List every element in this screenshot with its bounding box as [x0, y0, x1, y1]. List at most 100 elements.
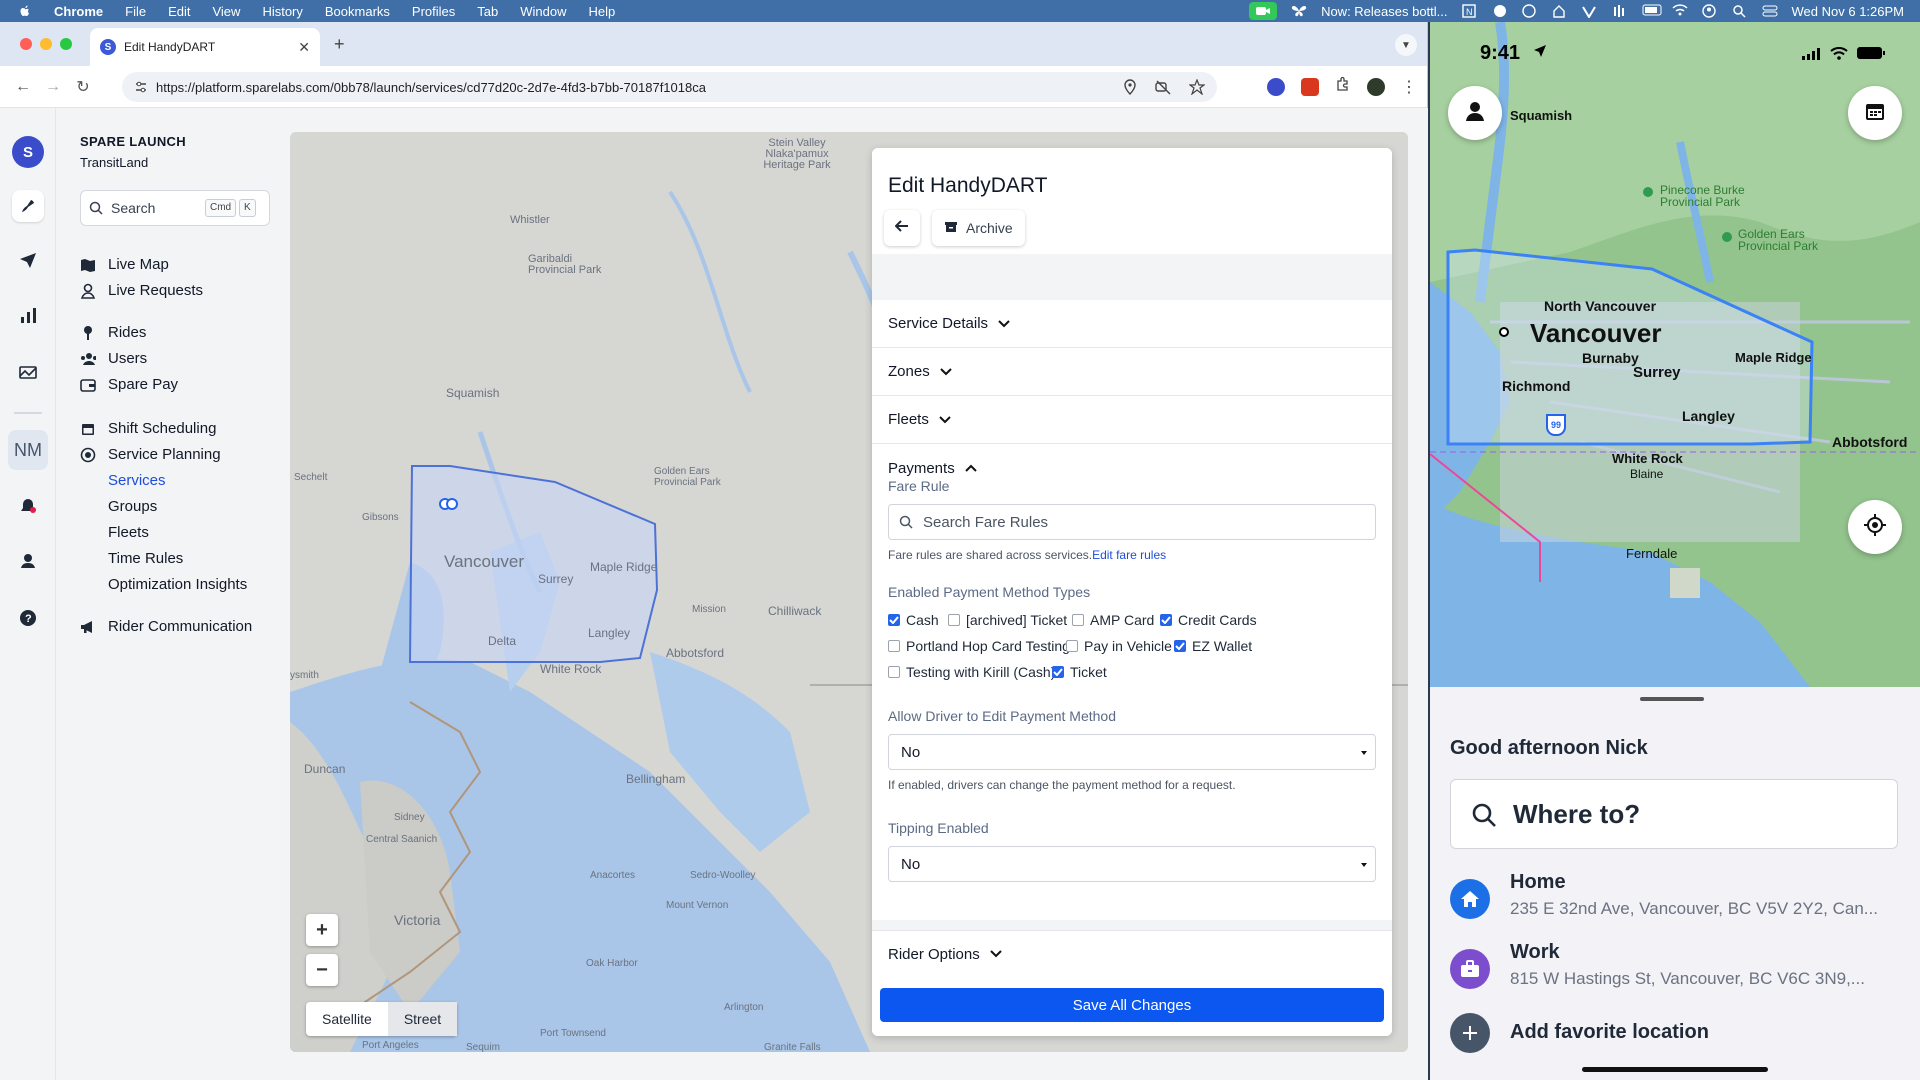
battery-icon[interactable] — [1642, 4, 1662, 18]
sidebar-item-rider-communication[interactable]: Rider Communication — [80, 618, 252, 635]
sidebar-item-live-map[interactable]: Live Map — [80, 256, 169, 273]
rider-map[interactable]: 9:41 Squamish Pinecone Burke Provincial … — [1430, 22, 1920, 687]
fare-rule-search-input[interactable]: Search Fare Rules — [888, 504, 1376, 540]
moon-icon[interactable] — [1521, 4, 1538, 18]
forward-icon[interactable]: → — [38, 78, 68, 96]
close-window-button[interactable] — [20, 38, 32, 50]
browser-tab-active[interactable]: S Edit HandyDART ✕ — [90, 28, 320, 66]
location-pin-icon[interactable] — [1123, 79, 1137, 98]
sidebar-item-users[interactable]: Users — [80, 350, 147, 367]
bookmark-star-icon[interactable] — [1188, 78, 1206, 98]
section-rider-options[interactable]: Rider Options — [872, 930, 1392, 978]
menu-edit[interactable]: Edit — [168, 4, 190, 19]
sidebar-search-input[interactable]: Search Cmd K — [80, 190, 270, 226]
support-agent-icon[interactable] — [12, 544, 44, 576]
chrome-menu-icon[interactable]: ⋮ — [1401, 77, 1417, 97]
menu-history[interactable]: History — [262, 4, 302, 19]
audio-icon[interactable] — [1612, 4, 1628, 18]
home-app-icon[interactable] — [1552, 4, 1568, 18]
back-button[interactable] — [884, 210, 920, 246]
spotlight-search-icon[interactable] — [1732, 4, 1748, 18]
user-menu-icon[interactable] — [1701, 4, 1718, 18]
payment-type-checkbox[interactable]: Credit Cards — [1160, 612, 1257, 628]
edit-fare-rules-link[interactable]: Edit fare rules — [1092, 548, 1166, 562]
sidebar-subitem-groups[interactable]: Groups — [108, 498, 157, 515]
zoom-window-button[interactable] — [60, 38, 72, 50]
menu-help[interactable]: Help — [589, 4, 616, 19]
sidebar-item-spare-pay[interactable]: Spare Pay — [80, 376, 178, 393]
paper-plane-icon[interactable] — [12, 244, 44, 276]
puzzle-extensions-icon[interactable] — [1335, 76, 1351, 97]
sidebar-item-shift-scheduling[interactable]: Shift Scheduling — [80, 420, 216, 437]
sidebar-item-service-planning[interactable]: Service Planning — [80, 446, 221, 463]
menu-file[interactable]: File — [125, 4, 146, 19]
satellite-button[interactable]: Satellite — [306, 1002, 388, 1036]
camera-blocked-icon[interactable] — [1155, 79, 1171, 98]
butterfly-icon[interactable] — [1291, 4, 1307, 18]
address-bar[interactable]: https://platform.sparelabs.com/0bb78/lau… — [122, 72, 1217, 102]
payment-type-checkbox[interactable]: [archived] Ticket — [948, 612, 1067, 628]
sheet-grabber[interactable] — [1640, 697, 1704, 701]
tab-search-chevron-icon[interactable]: ▼ — [1395, 34, 1417, 56]
sidebar-item-rides[interactable]: Rides — [80, 324, 146, 341]
where-to-search-input[interactable]: Where to? — [1450, 779, 1898, 849]
sidebar-item-live-requests[interactable]: Live Requests — [80, 282, 203, 299]
vimeo-icon[interactable] — [1581, 4, 1598, 19]
menu-app-name[interactable]: Chrome — [54, 4, 103, 19]
new-tab-button[interactable]: + — [334, 34, 345, 55]
payment-type-checkbox[interactable]: Testing with Kirill (Cash) — [888, 664, 1055, 680]
facetime-camera-icon[interactable] — [1249, 2, 1278, 20]
tipping-select[interactable]: No — [888, 846, 1376, 882]
sidebar-subitem-optimization-insights[interactable]: Optimization Insights — [108, 576, 247, 593]
save-all-changes-button[interactable]: Save All Changes — [880, 988, 1384, 1022]
payment-type-checkbox[interactable]: Pay in Vehicle — [1066, 638, 1172, 654]
section-fleets[interactable]: Fleets — [872, 396, 1392, 444]
sidebar-subitem-fleets[interactable]: Fleets — [108, 524, 149, 541]
colorful-extension-icon[interactable] — [1301, 77, 1319, 96]
zoom-icon[interactable] — [1492, 4, 1508, 18]
reload-icon[interactable]: ↻ — [68, 77, 98, 97]
user-initials-avatar[interactable]: NM — [8, 430, 48, 470]
tab-close-icon[interactable]: ✕ — [298, 39, 310, 56]
recenter-location-button[interactable] — [1848, 500, 1902, 554]
notification-bell-icon[interactable] — [12, 490, 44, 522]
zoom-in-button[interactable]: + — [306, 914, 338, 946]
zoom-out-button[interactable]: − — [306, 954, 338, 986]
spare-extension-icon[interactable] — [1267, 77, 1285, 96]
allow-driver-select[interactable]: No — [888, 734, 1376, 770]
rocket-launch-icon[interactable] — [12, 190, 44, 222]
menu-profiles[interactable]: Profiles — [412, 4, 455, 19]
payment-type-checkbox[interactable]: Cash — [888, 612, 939, 628]
favorite-home-row[interactable]: Home 235 E 32nd Ave, Vancouver, BC V5V 2… — [1450, 871, 1900, 927]
bar-chart-icon[interactable] — [12, 300, 44, 332]
favorite-work-row[interactable]: Work 815 W Hastings St, Vancouver, BC V6… — [1450, 941, 1900, 997]
profile-button[interactable] — [1448, 86, 1502, 140]
back-icon[interactable]: ← — [8, 78, 38, 96]
section-service-details[interactable]: Service Details — [872, 300, 1392, 348]
payment-type-checkbox[interactable]: EZ Wallet — [1174, 638, 1252, 654]
home-indicator[interactable] — [1582, 1067, 1768, 1072]
spare-logo-icon[interactable]: S — [12, 136, 44, 168]
sidebar-subitem-time-rules[interactable]: Time Rules — [108, 550, 183, 567]
wifi-icon[interactable] — [1671, 4, 1688, 18]
analytics-envelope-icon[interactable] — [12, 356, 44, 388]
archive-button[interactable]: Archive — [932, 210, 1025, 246]
section-zones[interactable]: Zones — [872, 348, 1392, 396]
profile-avatar-icon[interactable] — [1367, 77, 1385, 96]
add-favorite-row[interactable]: Add favorite location — [1450, 1013, 1900, 1069]
site-info-icon[interactable] — [134, 80, 148, 97]
help-question-icon[interactable]: ? — [12, 602, 44, 634]
control-center-icon[interactable] — [1762, 4, 1778, 18]
apple-icon[interactable] — [18, 4, 32, 18]
notion-icon[interactable]: N — [1461, 4, 1478, 18]
menu-view[interactable]: View — [212, 4, 240, 19]
menu-bookmarks[interactable]: Bookmarks — [325, 4, 390, 19]
menubar-clock[interactable]: Wed Nov 6 1:26PM — [1792, 4, 1904, 19]
sidebar-subitem-services[interactable]: Services — [108, 472, 166, 489]
schedule-button[interactable] — [1848, 86, 1902, 140]
payment-type-checkbox[interactable]: AMP Card — [1072, 612, 1154, 628]
street-button[interactable]: Street — [387, 1002, 458, 1036]
now-playing-text[interactable]: Now: Releases bottl... — [1321, 4, 1447, 19]
menu-tab[interactable]: Tab — [477, 4, 498, 19]
minimize-window-button[interactable] — [40, 38, 52, 50]
